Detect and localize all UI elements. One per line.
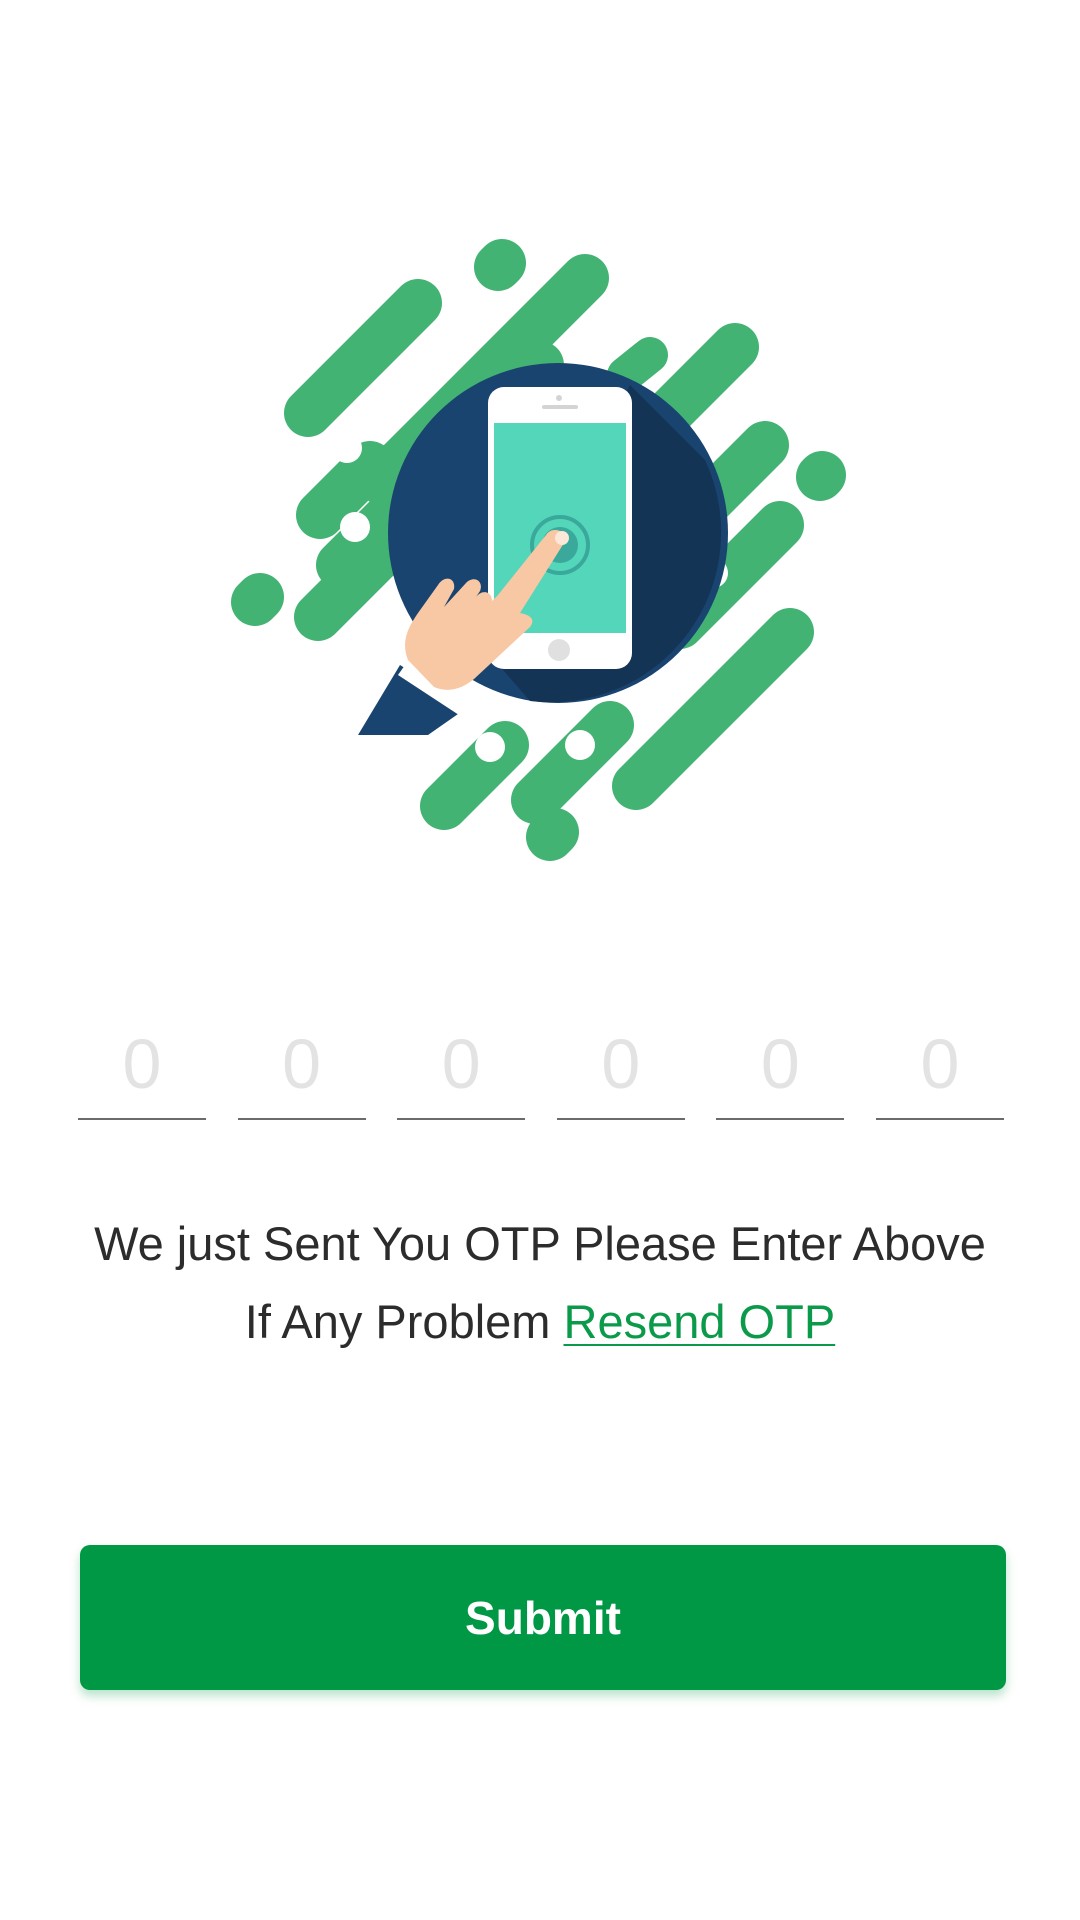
otp-verification-screen: We just Sent You OTP Please Enter Above …	[0, 0, 1080, 1920]
otp-digit-1[interactable]	[78, 1010, 206, 1120]
otp-digit-2[interactable]	[237, 1010, 366, 1120]
phone-tap-icon	[231, 239, 846, 861]
otp-digit-4[interactable]	[556, 1010, 685, 1120]
otp-digit-5[interactable]	[716, 1010, 845, 1120]
resend-otp-link[interactable]: Resend OTP	[564, 1295, 836, 1348]
otp-digit-3[interactable]	[397, 1010, 526, 1120]
problem-label: If Any Problem	[244, 1295, 551, 1348]
otp-instruction-text: We just Sent You OTP Please Enter Above …	[40, 1205, 1040, 1361]
phone-tap-illustration	[230, 235, 850, 865]
instruction-line-1: We just Sent You OTP Please Enter Above	[94, 1217, 986, 1270]
otp-digit-6[interactable]	[875, 1010, 1004, 1120]
otp-input-group	[78, 1010, 1004, 1120]
submit-button[interactable]: Submit	[80, 1545, 1006, 1690]
instruction-line-2: If Any Problem Resend OTP	[40, 1283, 1040, 1361]
